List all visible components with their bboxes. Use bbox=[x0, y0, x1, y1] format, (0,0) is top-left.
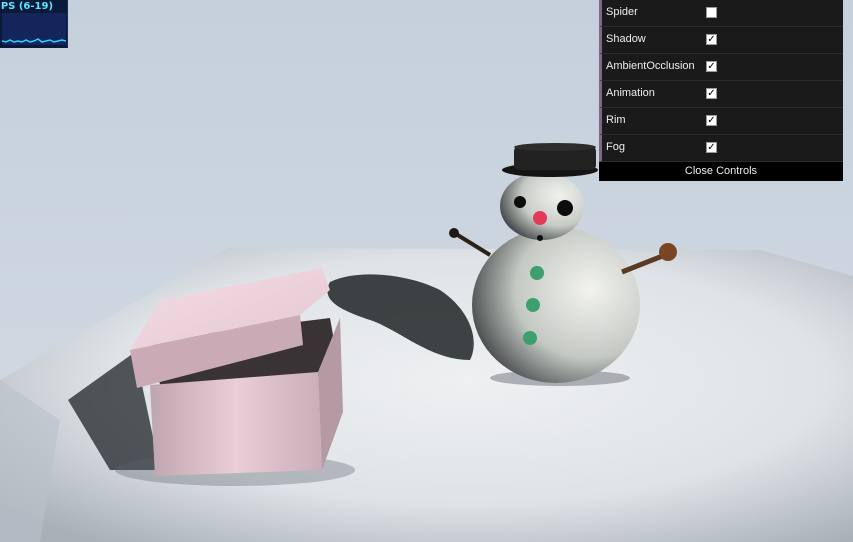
snowman-left-hand bbox=[449, 228, 459, 238]
close-controls-button[interactable]: Close Controls bbox=[599, 162, 843, 181]
fps-stats-panel[interactable]: FPS (6-19) bbox=[0, 0, 68, 48]
snowman-nose bbox=[533, 211, 547, 225]
control-row-rim[interactable]: Rim ✓ bbox=[599, 108, 843, 135]
snowman-body bbox=[472, 227, 640, 383]
control-row-fog[interactable]: Fog ✓ bbox=[599, 135, 843, 162]
animation-checkbox[interactable]: ✓ bbox=[706, 88, 717, 99]
control-row-shadow[interactable]: Shadow ✓ bbox=[599, 27, 843, 54]
rim-checkbox[interactable]: ✓ bbox=[706, 115, 717, 126]
control-label: AmbientOcclusion bbox=[606, 60, 695, 72]
snowman-button-1 bbox=[530, 266, 544, 280]
hat-top bbox=[514, 143, 596, 151]
fps-label: FPS (6-19) bbox=[0, 1, 54, 12]
fps-graph-line bbox=[1, 38, 67, 43]
control-row-ambient-occlusion[interactable]: AmbientOcclusion ✓ bbox=[599, 54, 843, 81]
snowman-right-hand bbox=[659, 243, 677, 261]
control-label: Fog bbox=[606, 141, 625, 153]
control-row-spider[interactable]: Spider bbox=[599, 0, 843, 27]
snowman-right-eye bbox=[557, 200, 573, 216]
spider-checkbox[interactable] bbox=[706, 7, 717, 18]
snowman-button-3 bbox=[523, 331, 537, 345]
snowman-button-2 bbox=[526, 298, 540, 312]
control-label: Rim bbox=[606, 114, 626, 126]
snowman-left-eye bbox=[514, 196, 526, 208]
control-label: Spider bbox=[606, 6, 638, 18]
fog-checkbox[interactable]: ✓ bbox=[706, 142, 717, 153]
gift-box-front bbox=[150, 372, 322, 476]
shadow-checkbox[interactable]: ✓ bbox=[706, 34, 717, 45]
snowman-mouth-dot bbox=[537, 235, 543, 241]
controls-panel: Spider Shadow ✓ AmbientOcclusion ✓ Anima… bbox=[599, 0, 843, 181]
fps-graph bbox=[1, 13, 67, 45]
control-label: Shadow bbox=[606, 33, 646, 45]
ambient-occlusion-checkbox[interactable]: ✓ bbox=[706, 61, 717, 72]
control-row-animation[interactable]: Animation ✓ bbox=[599, 81, 843, 108]
control-label: Animation bbox=[606, 87, 655, 99]
